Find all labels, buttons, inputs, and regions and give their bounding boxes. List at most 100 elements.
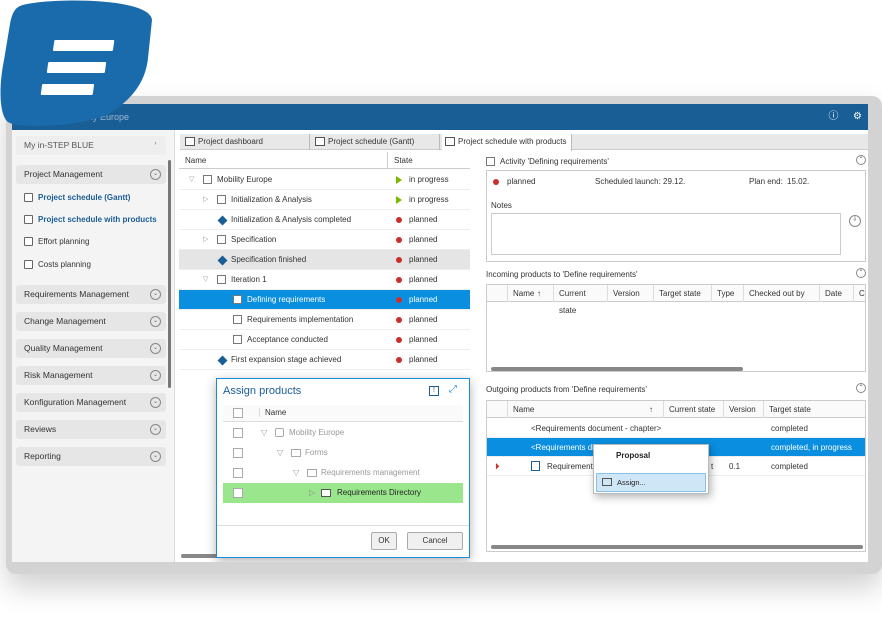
user-menu[interactable]: My in-STEP BLUE › (16, 136, 166, 155)
column-header[interactable]: Version (607, 285, 649, 302)
dialog-row-highlighted[interactable]: ▷ Requirements Directory (223, 483, 463, 503)
expand-icon[interactable]: ▷ (203, 190, 208, 210)
row-name: Mobility Europe (289, 428, 345, 437)
incoming-title: Incoming products to 'Define requirement… (486, 270, 638, 279)
row-checkbox[interactable] (233, 448, 243, 458)
dialog-row[interactable]: ▽ Mobility Europe (223, 423, 463, 443)
info-icon[interactable]: ! (429, 386, 439, 396)
planned-icon (396, 257, 402, 263)
column-header[interactable]: Target state (653, 285, 711, 302)
sidebar-item-effort-planning[interactable]: Effort planning (24, 235, 89, 249)
column-header[interactable]: Version (723, 401, 761, 418)
sidebar-group-reporting[interactable]: Reporting ⌄ (16, 447, 166, 466)
tree-row[interactable]: ▽ Mobility Europe in progress (179, 170, 470, 190)
collapse-icon[interactable]: ⌃ (856, 155, 866, 165)
chevron-down-icon: ⌄ (150, 169, 161, 180)
tree-row[interactable]: ▷ Specification planned (179, 230, 470, 250)
state-label: planned (409, 255, 438, 264)
target-state: completed, in progress (771, 443, 852, 452)
sidebar-scrollbar[interactable] (168, 160, 171, 388)
sidebar-group-risk[interactable]: Risk Management ⌄ (16, 366, 166, 385)
expand-icon[interactable]: ⤢ (449, 384, 457, 395)
tab-gantt[interactable]: Project schedule (Gantt) (312, 134, 440, 150)
collapse-icon[interactable]: ▽ (189, 170, 194, 190)
column-header[interactable]: Name (507, 285, 553, 302)
sidebar-group-change[interactable]: Change Management ⌄ (16, 312, 166, 331)
task-icon (233, 335, 242, 344)
sidebar-item-gantt[interactable]: Project schedule (Gantt) (24, 191, 130, 205)
column-header[interactable]: Current state (553, 285, 605, 315)
collapse-icon[interactable]: ▽ (277, 443, 283, 463)
tree-row[interactable]: ▽ Iteration 1 planned (179, 270, 470, 290)
column-header[interactable]: Co (853, 285, 865, 302)
info-icon[interactable]: ⓘ (828, 111, 839, 122)
incoming-scrollbar[interactable] (491, 367, 743, 371)
gantt-icon (24, 237, 33, 246)
row-name: First expansion stage achieved (231, 355, 342, 364)
tree-row[interactable]: Requirements implementation planned (179, 310, 470, 330)
planned-icon (396, 357, 402, 363)
sidebar-group-reviews[interactable]: Reviews ⌄ (16, 420, 166, 439)
download-icon[interactable]: ⇩ (849, 215, 861, 227)
column-header[interactable]: Date (819, 285, 853, 302)
column-header[interactable]: Name (507, 401, 663, 418)
chevron-down-icon: ⌄ (150, 343, 161, 354)
dialog-row[interactable]: ▽ Requirements management (223, 463, 463, 483)
sidebar-group-configuration[interactable]: Konfiguration Management ⌄ (16, 393, 166, 412)
outgoing-title: Outgoing products from 'Define requireme… (486, 385, 647, 394)
collapse-icon[interactable]: ▽ (203, 270, 208, 290)
sidebar-group-quality[interactable]: Quality Management ⌄ (16, 339, 166, 358)
sidebar-item-costs-planning[interactable]: Costs planning (24, 258, 91, 272)
row-checkbox[interactable] (233, 468, 243, 478)
expand-icon[interactable]: ▷ (309, 483, 315, 503)
table-row[interactable]: <Requirements document - chapter> comple… (487, 419, 865, 438)
product-name: Requirements (547, 462, 597, 471)
sidebar-item-schedule-products[interactable]: Project schedule with products (24, 213, 157, 227)
app-window: Mobility Europe ⓘ ⚙ My in-STEP BLUE › Pr… (12, 104, 868, 562)
gantt-icon (315, 137, 325, 146)
collapse-icon[interactable]: ▽ (261, 423, 267, 443)
tab-schedule-products[interactable]: Project schedule with products (442, 134, 572, 151)
row-checkbox[interactable] (233, 428, 243, 438)
sort-asc-icon[interactable]: ↑ (649, 401, 653, 418)
outgoing-scrollbar[interactable] (491, 545, 863, 549)
menu-item-proposal[interactable]: Proposal (616, 451, 650, 460)
activity-title: Activity 'Defining requirements' (500, 157, 609, 166)
collapse-icon[interactable]: ⌃ (856, 268, 866, 278)
ok-button[interactable]: OK (371, 532, 397, 550)
column-header[interactable]: Type (711, 285, 739, 302)
state-label: planned (409, 215, 438, 224)
column-header[interactable]: Target state (763, 401, 865, 418)
tab-label: Project schedule with products (458, 137, 567, 146)
sort-asc-icon[interactable]: ↑ (537, 285, 541, 302)
tree-row[interactable]: Initialization & Analysis completed plan… (179, 210, 470, 230)
column-header[interactable]: Checked out by (743, 285, 815, 302)
target-state: completed (771, 462, 808, 471)
row-checkbox[interactable] (233, 488, 243, 498)
sidebar-group-requirements[interactable]: Requirements Management ⌄ (16, 285, 166, 304)
outgoing-grid-header: Name ↑ Current state Version Target stat… (487, 401, 865, 418)
tree-row[interactable]: Specification finished planned (179, 250, 470, 270)
menu-item-assign[interactable]: Assign... (596, 473, 706, 492)
tree-row[interactable]: First expansion stage achieved planned (179, 350, 470, 370)
sidebar-group-project-management[interactable]: Project Management ⌄ (16, 165, 166, 184)
dialog-row[interactable]: ▽ Forms (223, 443, 463, 463)
collapse-icon[interactable]: ⌃ (856, 383, 866, 393)
collapse-icon[interactable]: ▽ (293, 463, 299, 483)
notes-field[interactable] (491, 213, 841, 255)
cancel-button[interactable]: Cancel (407, 532, 463, 550)
plan-end-value: 15.02. (787, 177, 810, 186)
incoming-grid: Name ↑ Current state Version Target stat… (486, 284, 866, 372)
state-label: planned (409, 275, 438, 284)
gear-icon[interactable]: ⚙ (852, 111, 863, 122)
select-all-checkbox[interactable] (233, 408, 243, 418)
sidebar-group-label: Reporting (24, 451, 61, 461)
activity-box: planned Scheduled launch: 29.12. Plan en… (486, 170, 866, 262)
tree-row[interactable]: ▷ Initialization & Analysis in progress (179, 190, 470, 210)
tree-row-selected[interactable]: Defining requirements planned (179, 290, 470, 310)
expand-icon[interactable]: ▷ (203, 230, 208, 250)
tab-project-dashboard[interactable]: Project dashboard (182, 134, 310, 150)
state-label: planned (409, 335, 438, 344)
tree-row[interactable]: Acceptance conducted planned (179, 330, 470, 350)
milestone-icon (217, 215, 228, 226)
